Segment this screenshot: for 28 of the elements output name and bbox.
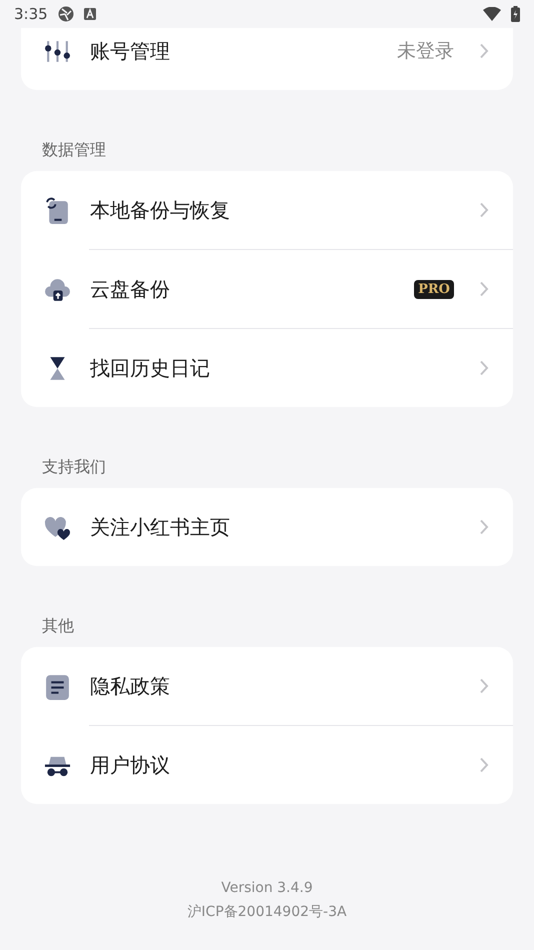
settings-item[interactable]: 账号管理 [90, 38, 378, 64]
status-time: 3:35 [14, 5, 48, 23]
pro-badge: PRO [414, 280, 454, 298]
keyboard-a-icon [84, 8, 96, 20]
chevron-right-icon [479, 360, 489, 376]
phone-sync-icon [44, 196, 71, 224]
section-header: 其他 [42, 616, 74, 635]
chevron-right-icon [479, 43, 489, 59]
section-header: 数据管理 [42, 140, 106, 159]
settings-item[interactable]: 云盘备份 [90, 276, 396, 302]
chevron-right-icon [479, 678, 489, 694]
item-value: 未登录 [397, 39, 454, 64]
icp-text: 沪ICP备20014902号-3A [187, 903, 347, 922]
settings-item[interactable]: 本地备份与恢复 [90, 196, 460, 224]
wifi-icon [483, 7, 501, 21]
document-icon [44, 672, 71, 700]
chevron-right-icon [479, 757, 489, 773]
settings-item[interactable]: 隐私政策 [90, 672, 460, 700]
chevron-right-icon [479, 519, 489, 535]
settings-item[interactable]: 关注小红书主页 [90, 514, 460, 540]
settings-item[interactable]: 找回历史日记 [90, 354, 460, 382]
aperture-icon [58, 6, 74, 22]
settings-item[interactable]: 用户协议 [90, 752, 460, 778]
section-header: 支持我们 [42, 457, 106, 476]
chevron-right-icon [479, 281, 489, 297]
chevron-right-icon [479, 202, 489, 218]
version-text: Version 3.4.9 [221, 879, 313, 898]
battery-icon [511, 6, 520, 22]
